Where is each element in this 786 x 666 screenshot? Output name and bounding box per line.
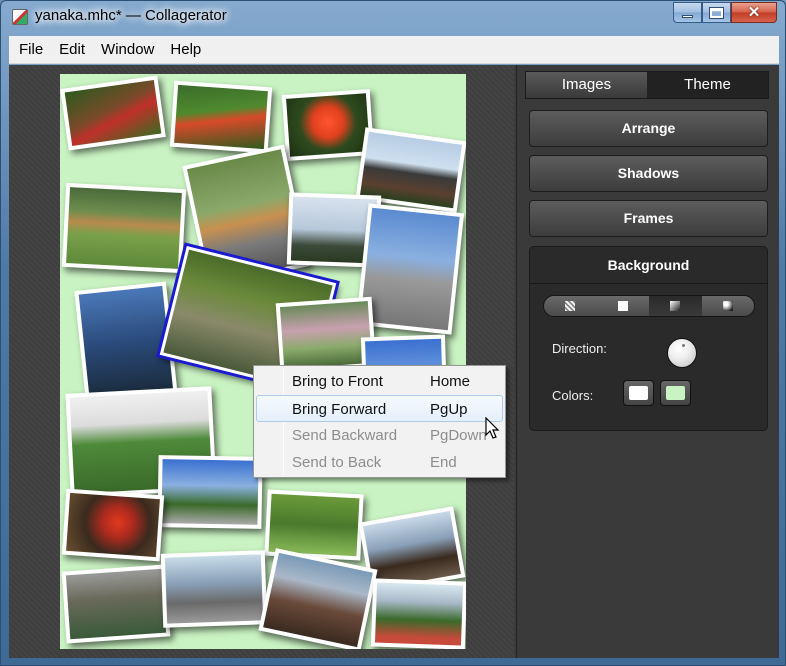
side-panel: Images Theme Arrange Shadows Frames Back… <box>516 65 779 658</box>
photo-19[interactable] <box>160 550 268 628</box>
app-icon[interactable] <box>12 9 28 25</box>
menu-bar: File Edit Window Help <box>9 36 779 64</box>
menu-item-label: Send to Back <box>292 454 382 471</box>
menu-item-shortcut: PgDown <box>430 427 487 444</box>
color-swatch-1[interactable] <box>623 380 654 406</box>
menu-help[interactable]: Help <box>162 37 209 63</box>
context-menu: Bring to Front Home Bring Forward PgUp S… <box>253 365 506 478</box>
photo-5[interactable] <box>61 182 187 274</box>
menu-item-send-backward[interactable]: Send Backward PgDown <box>256 422 503 449</box>
menu-item-shortcut: PgUp <box>430 401 468 418</box>
photo-18[interactable] <box>61 564 171 644</box>
radial-gradient-icon <box>722 301 733 311</box>
photo-15[interactable] <box>61 488 165 562</box>
app-window: yanaka.mhc* — Collagerator ✕ File Edit W… <box>0 0 786 666</box>
collage-sheet[interactable] <box>60 74 466 649</box>
photo-image <box>286 93 370 157</box>
background-style-selector <box>543 295 755 317</box>
linear-gradient-button[interactable] <box>649 296 702 316</box>
photo-1[interactable] <box>60 75 166 151</box>
solid-color-button[interactable] <box>597 296 650 316</box>
photo-image <box>161 459 259 525</box>
tab-images[interactable]: Images <box>526 72 647 98</box>
menu-window[interactable]: Window <box>93 37 162 63</box>
frames-button[interactable]: Frames <box>529 200 768 237</box>
background-section: Background Direction: Colors: <box>529 246 768 431</box>
menu-item-shortcut: End <box>430 454 457 471</box>
maximize-button[interactable] <box>702 2 731 23</box>
menu-item-bring-to-front[interactable]: Bring to Front Home <box>256 368 503 395</box>
close-button[interactable]: ✕ <box>731 2 777 23</box>
menu-edit[interactable]: Edit <box>51 37 93 63</box>
color-swatch-fill <box>629 386 648 400</box>
photo-image <box>360 207 460 331</box>
solid-color-icon <box>617 301 628 311</box>
linear-gradient-icon <box>670 301 681 311</box>
window-title: yanaka.mhc* — Collagerator <box>35 7 227 24</box>
mouse-cursor-icon <box>485 417 500 439</box>
title-bar[interactable]: yanaka.mhc* — Collagerator ✕ <box>1 1 785 33</box>
checker-pattern-button[interactable] <box>544 296 597 316</box>
arrange-button[interactable]: Arrange <box>529 110 768 147</box>
window-controls: ✕ <box>673 2 777 23</box>
menu-item-send-to-back[interactable]: Send to Back End <box>256 449 503 476</box>
photo-image <box>174 84 268 150</box>
background-title[interactable]: Background <box>530 247 767 284</box>
photo-image <box>64 79 162 147</box>
direction-label: Direction: <box>552 341 607 356</box>
photo-image <box>66 492 160 558</box>
photo-20[interactable] <box>258 548 378 649</box>
direction-knob[interactable] <box>667 338 697 368</box>
menu-item-shortcut: Home <box>430 373 471 390</box>
color-swatch-fill <box>666 386 685 400</box>
menu-item-label: Bring to Front <box>292 373 383 390</box>
minimize-button[interactable] <box>673 2 702 23</box>
photo-3[interactable] <box>281 89 375 161</box>
photo-image <box>279 301 373 369</box>
photo-image <box>66 187 182 269</box>
colors-label: Colors: <box>552 388 594 403</box>
color-swatch-2[interactable] <box>660 380 691 406</box>
checker-pattern-icon <box>565 301 576 311</box>
shadows-button[interactable]: Shadows <box>529 155 768 192</box>
photo-image <box>363 510 461 590</box>
close-icon: ✕ <box>747 4 761 21</box>
menu-item-label: Send Backward <box>292 427 398 444</box>
photo-image <box>263 552 373 648</box>
radial-gradient-button[interactable] <box>702 296 755 316</box>
maximize-icon <box>709 6 724 19</box>
photo-2[interactable] <box>169 80 273 154</box>
photo-image <box>268 493 360 557</box>
photo-image <box>65 568 167 640</box>
client-area: Bring to Front Home Bring Forward PgUp S… <box>9 65 779 658</box>
photo-image <box>164 554 264 624</box>
tab-theme[interactable]: Theme <box>647 72 768 98</box>
photo-14[interactable] <box>157 455 263 529</box>
canvas-area[interactable]: Bring to Front Home Bring Forward PgUp S… <box>9 65 514 658</box>
menu-file[interactable]: File <box>9 37 51 63</box>
menu-item-label: Bring Forward <box>292 401 387 418</box>
minimize-icon <box>682 15 693 18</box>
photo-image <box>374 582 464 646</box>
photo-21[interactable] <box>370 578 466 649</box>
menu-item-bring-forward[interactable]: Bring Forward PgUp <box>256 395 503 422</box>
panel-tabs: Images Theme <box>525 71 769 99</box>
